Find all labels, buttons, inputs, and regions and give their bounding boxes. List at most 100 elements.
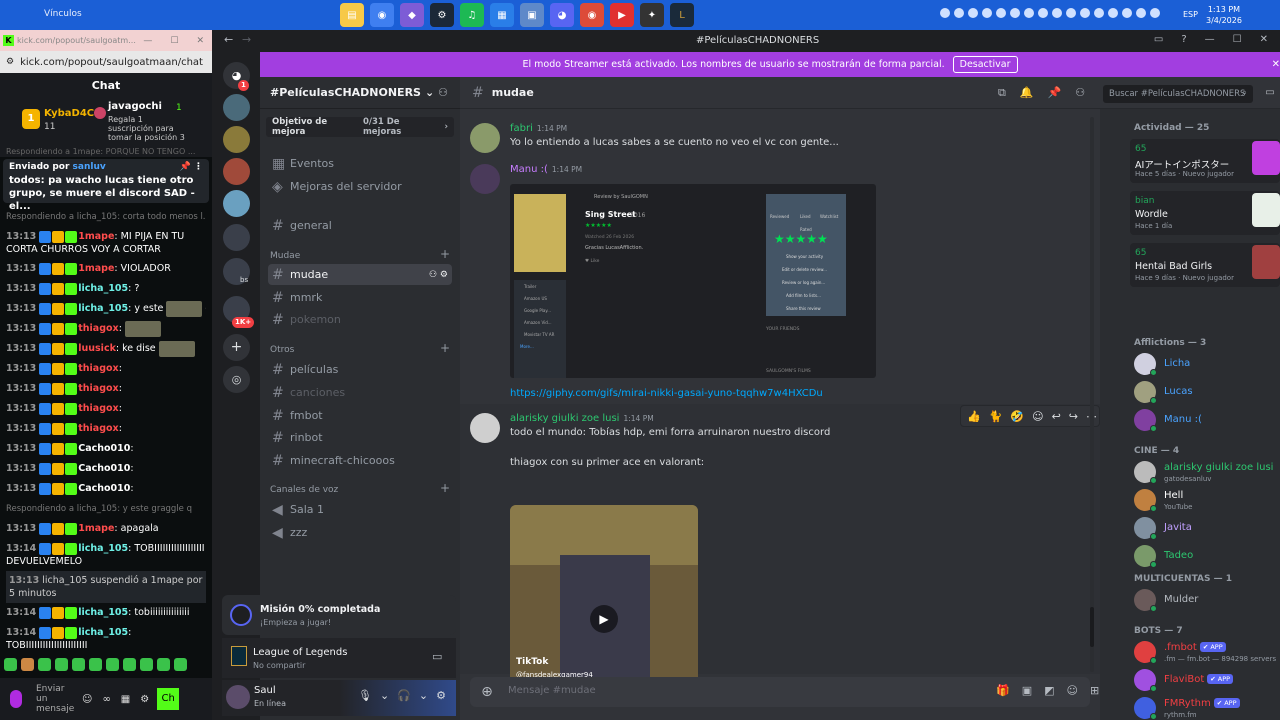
tray-icon[interactable]: [982, 8, 992, 18]
inbox-icon[interactable]: ▭: [1260, 77, 1280, 109]
member-item[interactable]: .fmbot ✔ APP .fm — fm.bot — 894298 servers: [1130, 638, 1280, 666]
emote-icon[interactable]: [72, 658, 85, 671]
boost-goal[interactable]: Objetivo de mejora 0/31 De mejoras ›: [266, 117, 454, 137]
pin-icon[interactable]: 📌 ⋮: [180, 162, 203, 172]
chat-message[interactable]: 13:14 licha_105: TOBIIIIIIIIIIIIIIIIII DE…: [6, 539, 206, 571]
channel-fmbot[interactable]: # fmbot: [268, 405, 452, 426]
activity-card[interactable]: 65 AIアートインポスター Hace 5 días · Nuevo jugador: [1130, 139, 1280, 183]
server-icon[interactable]: [223, 126, 250, 153]
inbox-icon[interactable]: ▭: [1154, 34, 1163, 45]
maximize-icon[interactable]: ☐: [1233, 34, 1242, 45]
emoji-icon[interactable]: ☺: [82, 694, 92, 705]
chat-username[interactable]: licha_105: [78, 303, 128, 314]
member-item[interactable]: Licha: [1130, 350, 1280, 378]
chat-username[interactable]: licha_105: [78, 283, 128, 294]
chat-username[interactable]: 1mape: [78, 263, 114, 274]
message-author[interactable]: Manu :(1:14 PM: [510, 164, 582, 175]
channel-mmrk[interactable]: # mmrk: [268, 287, 452, 308]
microphone-icon[interactable]: 🎙: [358, 689, 372, 702]
tray-icon[interactable]: [1108, 8, 1118, 18]
scrollbar[interactable]: [1090, 117, 1094, 672]
kick-pinned-message[interactable]: Enviado por sanluv 📌 ⋮ todos: pa wacho l…: [3, 159, 209, 212]
emote-icon[interactable]: [4, 658, 17, 671]
add-channel-icon[interactable]: +: [440, 481, 450, 495]
channel-mejoras[interactable]: ◈ Mejoras del servidor: [268, 176, 452, 197]
message[interactable]: fabri 1:14 PM Yo lo entiendo a lucas sabe…: [470, 123, 1090, 159]
tray-icon[interactable]: [1066, 8, 1076, 18]
chat-message[interactable]: 13:13 licha_105 suspendió a 1mape por 5 m…: [6, 571, 206, 603]
category-mudae[interactable]: Mudae: [270, 251, 300, 261]
app-icon-dark[interactable]: ✦: [640, 3, 664, 27]
thumbs-up-icon[interactable]: 👍: [967, 410, 981, 423]
gift-icon[interactable]: 🎁: [996, 684, 1010, 697]
discord-icon[interactable]: ◕: [550, 3, 574, 27]
chat-message[interactable]: 13:13 thiagox:: [6, 419, 206, 439]
channel-minecraft[interactable]: # minecraft-chicooos: [268, 450, 452, 471]
close-icon[interactable]: ✕: [1260, 34, 1268, 45]
chat-message[interactable]: 13:13 Cacho010:: [6, 439, 206, 459]
avatar[interactable]: [470, 123, 500, 153]
chat-username[interactable]: thiagox: [78, 323, 118, 334]
chat-message[interactable]: 13:13 1mape: MI PIJA EN TU CORTA CHURROS …: [6, 227, 206, 259]
channel-mudae[interactable]: # mudae ⚇ ⚙: [268, 264, 452, 285]
voice-channel-sala1[interactable]: ◀ Sala 1: [268, 499, 452, 520]
second-gifter-name[interactable]: javagochi: [108, 101, 162, 112]
folder-icon[interactable]: ▤: [340, 3, 364, 27]
add-channel-icon[interactable]: +: [440, 341, 450, 355]
chat-message[interactable]: 13:13 luusick: ke dise: [6, 339, 206, 359]
emote-icon[interactable]: [174, 658, 187, 671]
play-icon[interactable]: ▶: [590, 605, 618, 633]
member-item[interactable]: Tadeo: [1130, 542, 1280, 570]
minimize-icon[interactable]: —: [143, 36, 152, 46]
back-arrow-icon[interactable]: ←: [224, 33, 233, 46]
add-user-icon[interactable]: ⚇: [438, 86, 448, 99]
chat-message[interactable]: 13:14 licha_105: TOBIIIIIIIIIIIIIIIIIIIII…: [6, 623, 206, 655]
chat-username[interactable]: 1mape: [78, 523, 114, 534]
voice-channel-zzz[interactable]: ◀ zzz: [268, 522, 452, 543]
chat-username[interactable]: licha_105: [78, 627, 128, 638]
tray-icon[interactable]: [940, 8, 950, 18]
tiktok-video[interactable]: ▶ TikTok @fansdealexgamer94: [510, 505, 698, 705]
tray-icon[interactable]: [1122, 8, 1132, 18]
member-item[interactable]: FMRythm ✔ APP rythm.fm: [1130, 694, 1280, 720]
user-name[interactable]: Saul: [254, 685, 276, 696]
chat-username[interactable]: Cacho010: [78, 463, 130, 474]
chat-message[interactable]: 13:13 1mape: apagala: [6, 519, 206, 539]
emote-icon[interactable]: [140, 658, 153, 671]
tray-icon[interactable]: [1094, 8, 1104, 18]
chat-username[interactable]: licha_105: [78, 543, 128, 554]
add-channel-icon[interactable]: +: [440, 247, 450, 261]
chat-send-button[interactable]: Ch: [157, 688, 180, 710]
gif-icon[interactable]: ▣: [1022, 684, 1032, 697]
emote-icon[interactable]: [38, 658, 51, 671]
category-otros[interactable]: Otros: [270, 345, 294, 355]
channel-eventos[interactable]: ▦ Eventos: [268, 153, 452, 174]
top-gifter-name[interactable]: KybaD4C: [44, 108, 94, 119]
author-name[interactable]: alarisky giulki zoe lusi: [510, 413, 619, 424]
tray-icon[interactable]: [968, 8, 978, 18]
avatar[interactable]: [226, 685, 250, 709]
member-item[interactable]: Lucas: [1130, 378, 1280, 406]
emoji-icon[interactable]: ☺: [1067, 684, 1078, 697]
member-item[interactable]: Manu :(: [1130, 406, 1280, 434]
author-name[interactable]: Manu :(: [510, 164, 548, 175]
tray-icon[interactable]: [1080, 8, 1090, 18]
message-author[interactable]: fabri 1:14 PM: [510, 123, 567, 134]
app-icon[interactable]: ◆: [400, 3, 424, 27]
category-voice[interactable]: Canales de voz: [270, 485, 338, 495]
channel-canciones[interactable]: # canciones: [268, 382, 452, 403]
add-reaction-icon[interactable]: ☺: [1032, 410, 1043, 423]
channel-peliculas[interactable]: # películas: [268, 359, 452, 380]
chat-message[interactable]: 13:13 Cacho010:: [6, 459, 206, 479]
infinity-icon[interactable]: ∞: [102, 694, 110, 705]
chat-username[interactable]: Cacho010: [78, 443, 130, 454]
channel-rinbot[interactable]: # rinbot: [268, 427, 452, 448]
app-icon-red[interactable]: ▶: [610, 3, 634, 27]
invite-icon[interactable]: ⚇ ⚙: [429, 270, 448, 280]
tray-icon[interactable]: [1024, 8, 1034, 18]
chat-message[interactable]: 13:13 licha_105: y este q: [6, 299, 206, 319]
help-icon[interactable]: ?: [1181, 34, 1186, 45]
reply-icon[interactable]: ↩: [1052, 410, 1061, 423]
chat-message[interactable]: 13:13 thiagox:: [6, 359, 206, 379]
chevron-down-icon[interactable]: ⌄: [425, 86, 434, 99]
